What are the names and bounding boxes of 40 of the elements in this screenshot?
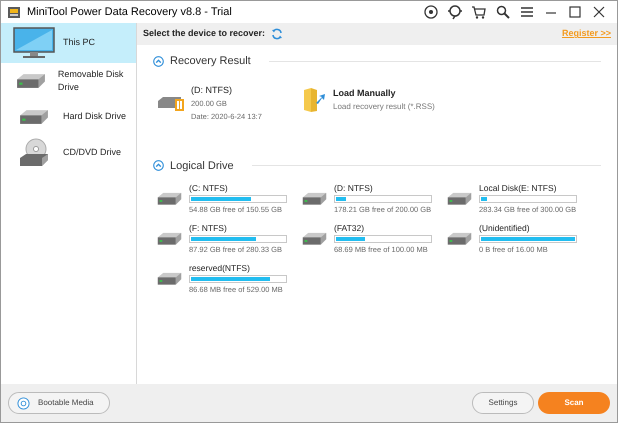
hard-drive-icon bbox=[156, 192, 183, 206]
section-title: Recovery Result bbox=[170, 54, 251, 69]
cart-icon[interactable] bbox=[471, 4, 487, 20]
bootable-media-button[interactable]: Bootable Media bbox=[8, 392, 110, 414]
collapse-icon[interactable] bbox=[153, 160, 164, 172]
folder-icon bbox=[303, 86, 325, 112]
search-icon[interactable] bbox=[495, 4, 511, 20]
disc-icon bbox=[17, 396, 30, 410]
drive-name[interactable]: Local Disk(E: NTFS) bbox=[479, 183, 577, 194]
maximize-icon[interactable] bbox=[567, 4, 583, 20]
drive-name[interactable]: reserved(NTFS) bbox=[189, 263, 287, 274]
support-icon[interactable] bbox=[447, 4, 463, 20]
sidebar-item[interactable]: This PC bbox=[1, 23, 136, 63]
hard-drive-icon bbox=[156, 272, 183, 286]
disc-icon[interactable] bbox=[423, 4, 439, 20]
app-logo-icon bbox=[7, 5, 21, 19]
drive-name[interactable]: (F: NTFS) bbox=[189, 223, 287, 234]
section-title: Logical Drive bbox=[170, 158, 234, 174]
cd-drive-icon bbox=[18, 138, 50, 168]
refresh-icon[interactable] bbox=[271, 28, 284, 40]
collapse-icon[interactable] bbox=[153, 56, 164, 67]
window-title: MiniTool Power Data Recovery v8.8 - Trial bbox=[27, 4, 232, 20]
monitor-icon bbox=[13, 27, 55, 59]
settings-button[interactable]: Settings bbox=[472, 392, 534, 414]
drive-name[interactable]: (FAT32) bbox=[334, 223, 432, 234]
hard-drive-icon bbox=[15, 73, 48, 89]
paused-drive-icon bbox=[157, 94, 185, 112]
hard-drive-icon bbox=[18, 109, 50, 125]
load-manually-button[interactable]: Load Manually Load recovery result (*.RSS) bbox=[303, 86, 435, 114]
hard-drive-icon bbox=[446, 192, 473, 206]
drive-name[interactable]: (D: NTFS) bbox=[334, 183, 432, 194]
hard-drive-icon bbox=[301, 232, 328, 246]
header-prompt: Select the device to recover: bbox=[143, 27, 266, 40]
hard-drive-icon bbox=[156, 232, 183, 246]
drive-name[interactable]: (Unidentified) bbox=[479, 223, 577, 234]
result-name: (D: NTFS) bbox=[191, 84, 233, 96]
drive-name[interactable]: (C: NTFS) bbox=[189, 183, 287, 194]
hard-drive-icon bbox=[301, 192, 328, 206]
close-icon[interactable] bbox=[591, 4, 607, 20]
hard-drive-icon bbox=[446, 232, 473, 246]
